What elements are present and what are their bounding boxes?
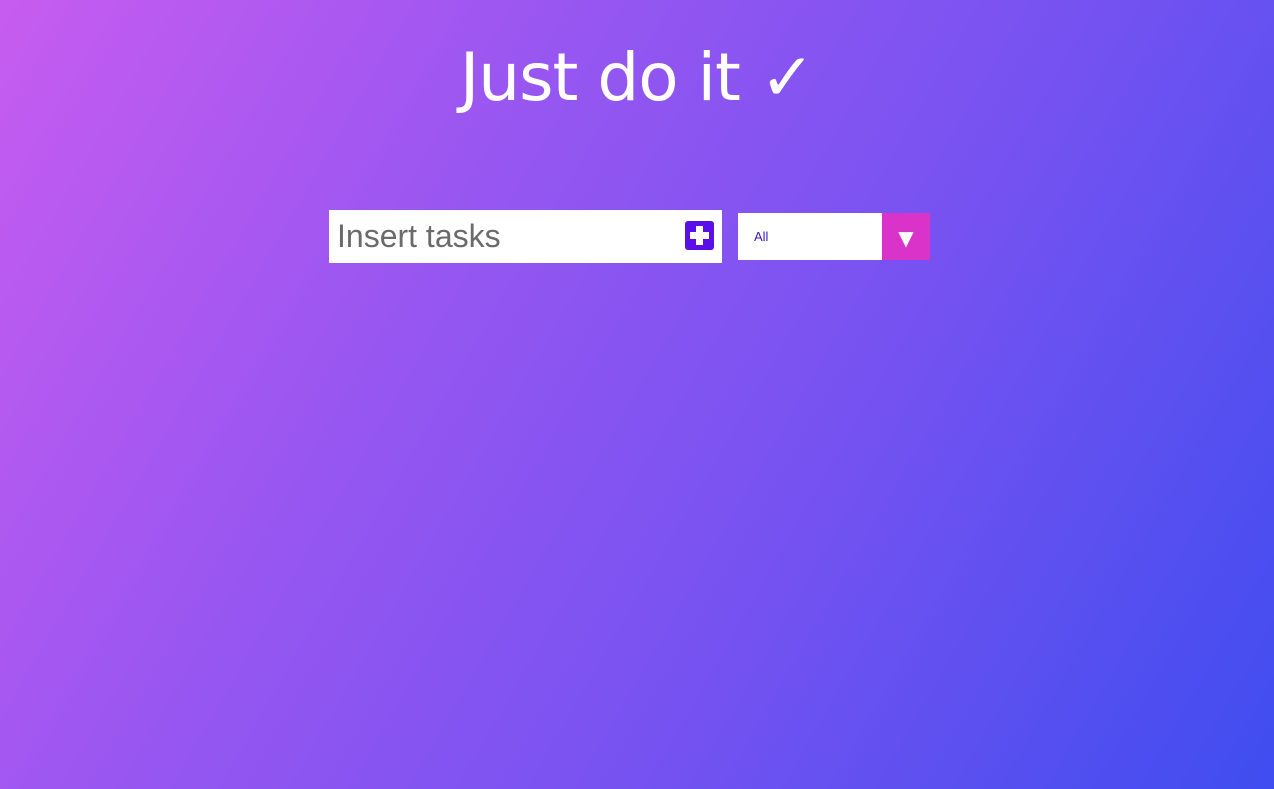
page-title: Just do it ✓ (459, 39, 815, 116)
add-task-button[interactable] (685, 221, 714, 250)
triangle-down-icon[interactable]: ▼ (882, 213, 930, 260)
filter-select[interactable]: All ▼ (738, 213, 930, 260)
filter-selected-value: All (754, 229, 769, 244)
task-input[interactable] (329, 210, 679, 263)
task-form (329, 210, 722, 263)
plus-icon (690, 226, 709, 245)
